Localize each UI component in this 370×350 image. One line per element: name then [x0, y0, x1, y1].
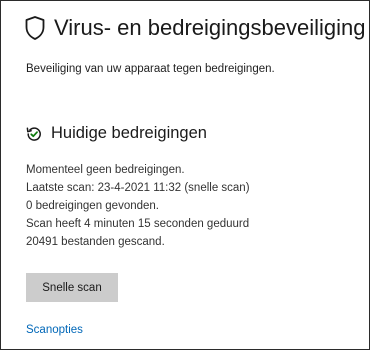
page-subtitle: Beveiliging van uw apparaat tegen bedrei… — [26, 63, 275, 75]
scan-options-link[interactable]: Scanopties — [26, 324, 83, 336]
scan-duration-text: Scan heeft 4 minuten 15 seconden geduurd — [26, 218, 250, 230]
page-header: Virus- en bedreigingsbeveiliging — [24, 15, 365, 41]
shield-icon — [24, 15, 46, 41]
section-title: Huidige bedreigingen — [51, 124, 207, 142]
files-scanned-text: 20491 bestanden gescand. — [26, 236, 165, 248]
scan-info: Momenteel geen bedreigingen. Laatste sca… — [26, 161, 250, 251]
last-scan-text: Laatste scan: 23-4-2021 11:32 (snelle sc… — [26, 182, 250, 194]
page-title: Virus- en bedreigingsbeveiliging — [54, 15, 366, 40]
threat-status-text: Momenteel geen bedreigingen. — [26, 164, 185, 176]
defender-panel: Virus- en bedreigingsbeveiliging Beveili… — [0, 0, 370, 350]
threats-found-text: 0 bedreigingen gevonden. — [26, 200, 160, 212]
quick-scan-button[interactable]: Snelle scan — [26, 273, 118, 302]
current-threats-header: Huidige bedreigingen — [25, 124, 207, 143]
threat-history-icon — [25, 125, 43, 143]
